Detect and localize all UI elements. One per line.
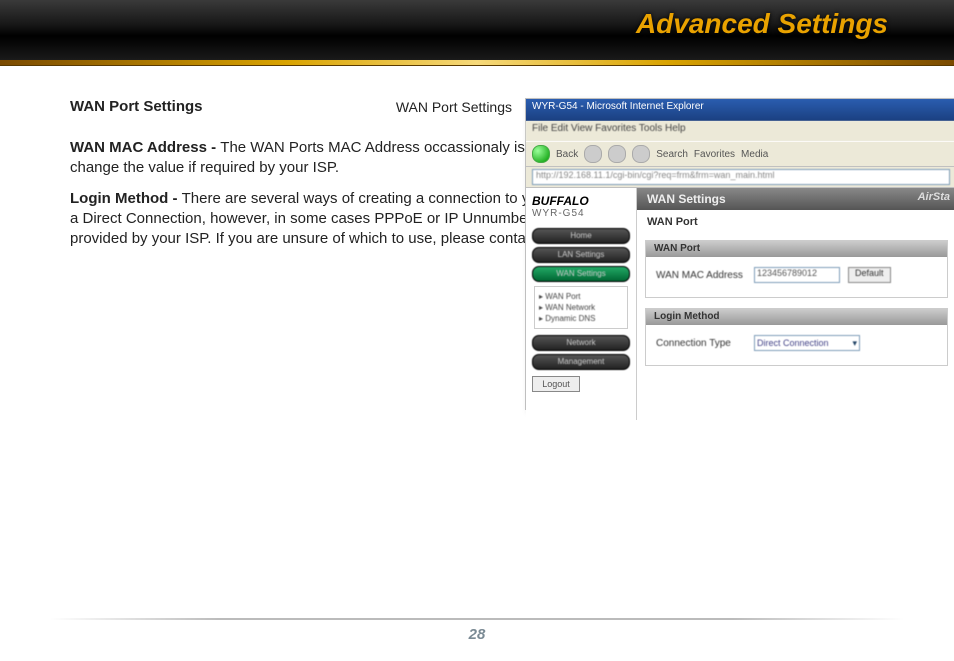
browser-addressbar: http://192.168.11.1/cgi-bin/cgi?req=frm&… bbox=[526, 167, 954, 188]
mac-input: 123456789012 bbox=[754, 267, 840, 283]
subtab-row: WAN Port bbox=[637, 210, 954, 234]
panel-wan-port: WAN Port WAN MAC Address 123456789012 De… bbox=[645, 240, 948, 298]
home-icon bbox=[632, 145, 650, 163]
browser-toolbar: Back Search Favorites Media bbox=[526, 141, 954, 167]
panel2-title: Login Method bbox=[646, 309, 947, 325]
conn-type-value: Direct Connection bbox=[757, 338, 829, 348]
nav-network: Network bbox=[532, 335, 630, 351]
header-band: Advanced Settings bbox=[0, 0, 954, 62]
sub-ddns: Dynamic DNS bbox=[539, 313, 623, 324]
router-main: WAN Settings AirSta WAN Port WAN Port WA… bbox=[637, 188, 954, 420]
tab-bar: WAN Settings AirSta bbox=[637, 188, 954, 210]
para1-label: WAN MAC Address - bbox=[70, 139, 220, 156]
page-footer: 28 bbox=[0, 618, 954, 643]
refresh-icon bbox=[608, 145, 626, 163]
page-title: Advanced Settings bbox=[636, 8, 888, 40]
conn-type-select: Direct Connection bbox=[754, 335, 860, 351]
sub-wan-port: WAN Port bbox=[539, 291, 623, 302]
screenshot-caption: WAN Port Settings bbox=[362, 98, 512, 116]
default-button: Default bbox=[848, 267, 891, 283]
sub-wan-network: WAN Network bbox=[539, 302, 623, 313]
back-label: Back bbox=[556, 149, 578, 160]
mac-label: WAN MAC Address bbox=[656, 270, 746, 281]
search-label: Search bbox=[656, 149, 688, 160]
logout-button: Logout bbox=[532, 376, 580, 392]
panel-login-method: Login Method Connection Type Direct Conn… bbox=[645, 308, 948, 366]
nav-wan: WAN Settings bbox=[532, 266, 630, 282]
content-area: WAN Port Settings WAN MAC Address - The … bbox=[70, 98, 908, 601]
conn-type-label: Connection Type bbox=[656, 338, 746, 349]
model-text: WYR-G54 bbox=[526, 208, 636, 225]
para2-label: Login Method - bbox=[70, 190, 182, 207]
footer-rule bbox=[50, 618, 904, 620]
favorites-label: Favorites bbox=[694, 149, 735, 160]
panel1-title: WAN Port bbox=[646, 241, 947, 257]
brand-airstation: AirSta bbox=[918, 191, 950, 203]
nav-home: Home bbox=[532, 228, 630, 244]
back-icon bbox=[532, 145, 550, 163]
tab-wan-settings: WAN Settings bbox=[647, 192, 726, 206]
window-menubar: File Edit View Favorites Tools Help bbox=[526, 121, 954, 141]
nav-lan: LAN Settings bbox=[532, 247, 630, 263]
logo-text: BUFFALO bbox=[526, 188, 636, 208]
address-field: http://192.168.11.1/cgi-bin/cgi?req=frm&… bbox=[532, 169, 950, 185]
page-number: 28 bbox=[0, 626, 954, 643]
nav-management: Management bbox=[532, 354, 630, 370]
router-sidebar: BUFFALO WYR-G54 Home LAN Settings WAN Se… bbox=[526, 188, 637, 420]
embedded-screenshot: WYR-G54 - Microsoft Internet Explorer Fi… bbox=[525, 98, 954, 410]
stop-icon bbox=[584, 145, 602, 163]
nav-sublist: WAN Port WAN Network Dynamic DNS bbox=[534, 286, 628, 329]
subtab-wan-port: WAN Port bbox=[647, 216, 698, 228]
router-ui: BUFFALO WYR-G54 Home LAN Settings WAN Se… bbox=[526, 188, 954, 420]
media-label: Media bbox=[741, 149, 768, 160]
window-titlebar: WYR-G54 - Microsoft Internet Explorer bbox=[526, 99, 954, 121]
